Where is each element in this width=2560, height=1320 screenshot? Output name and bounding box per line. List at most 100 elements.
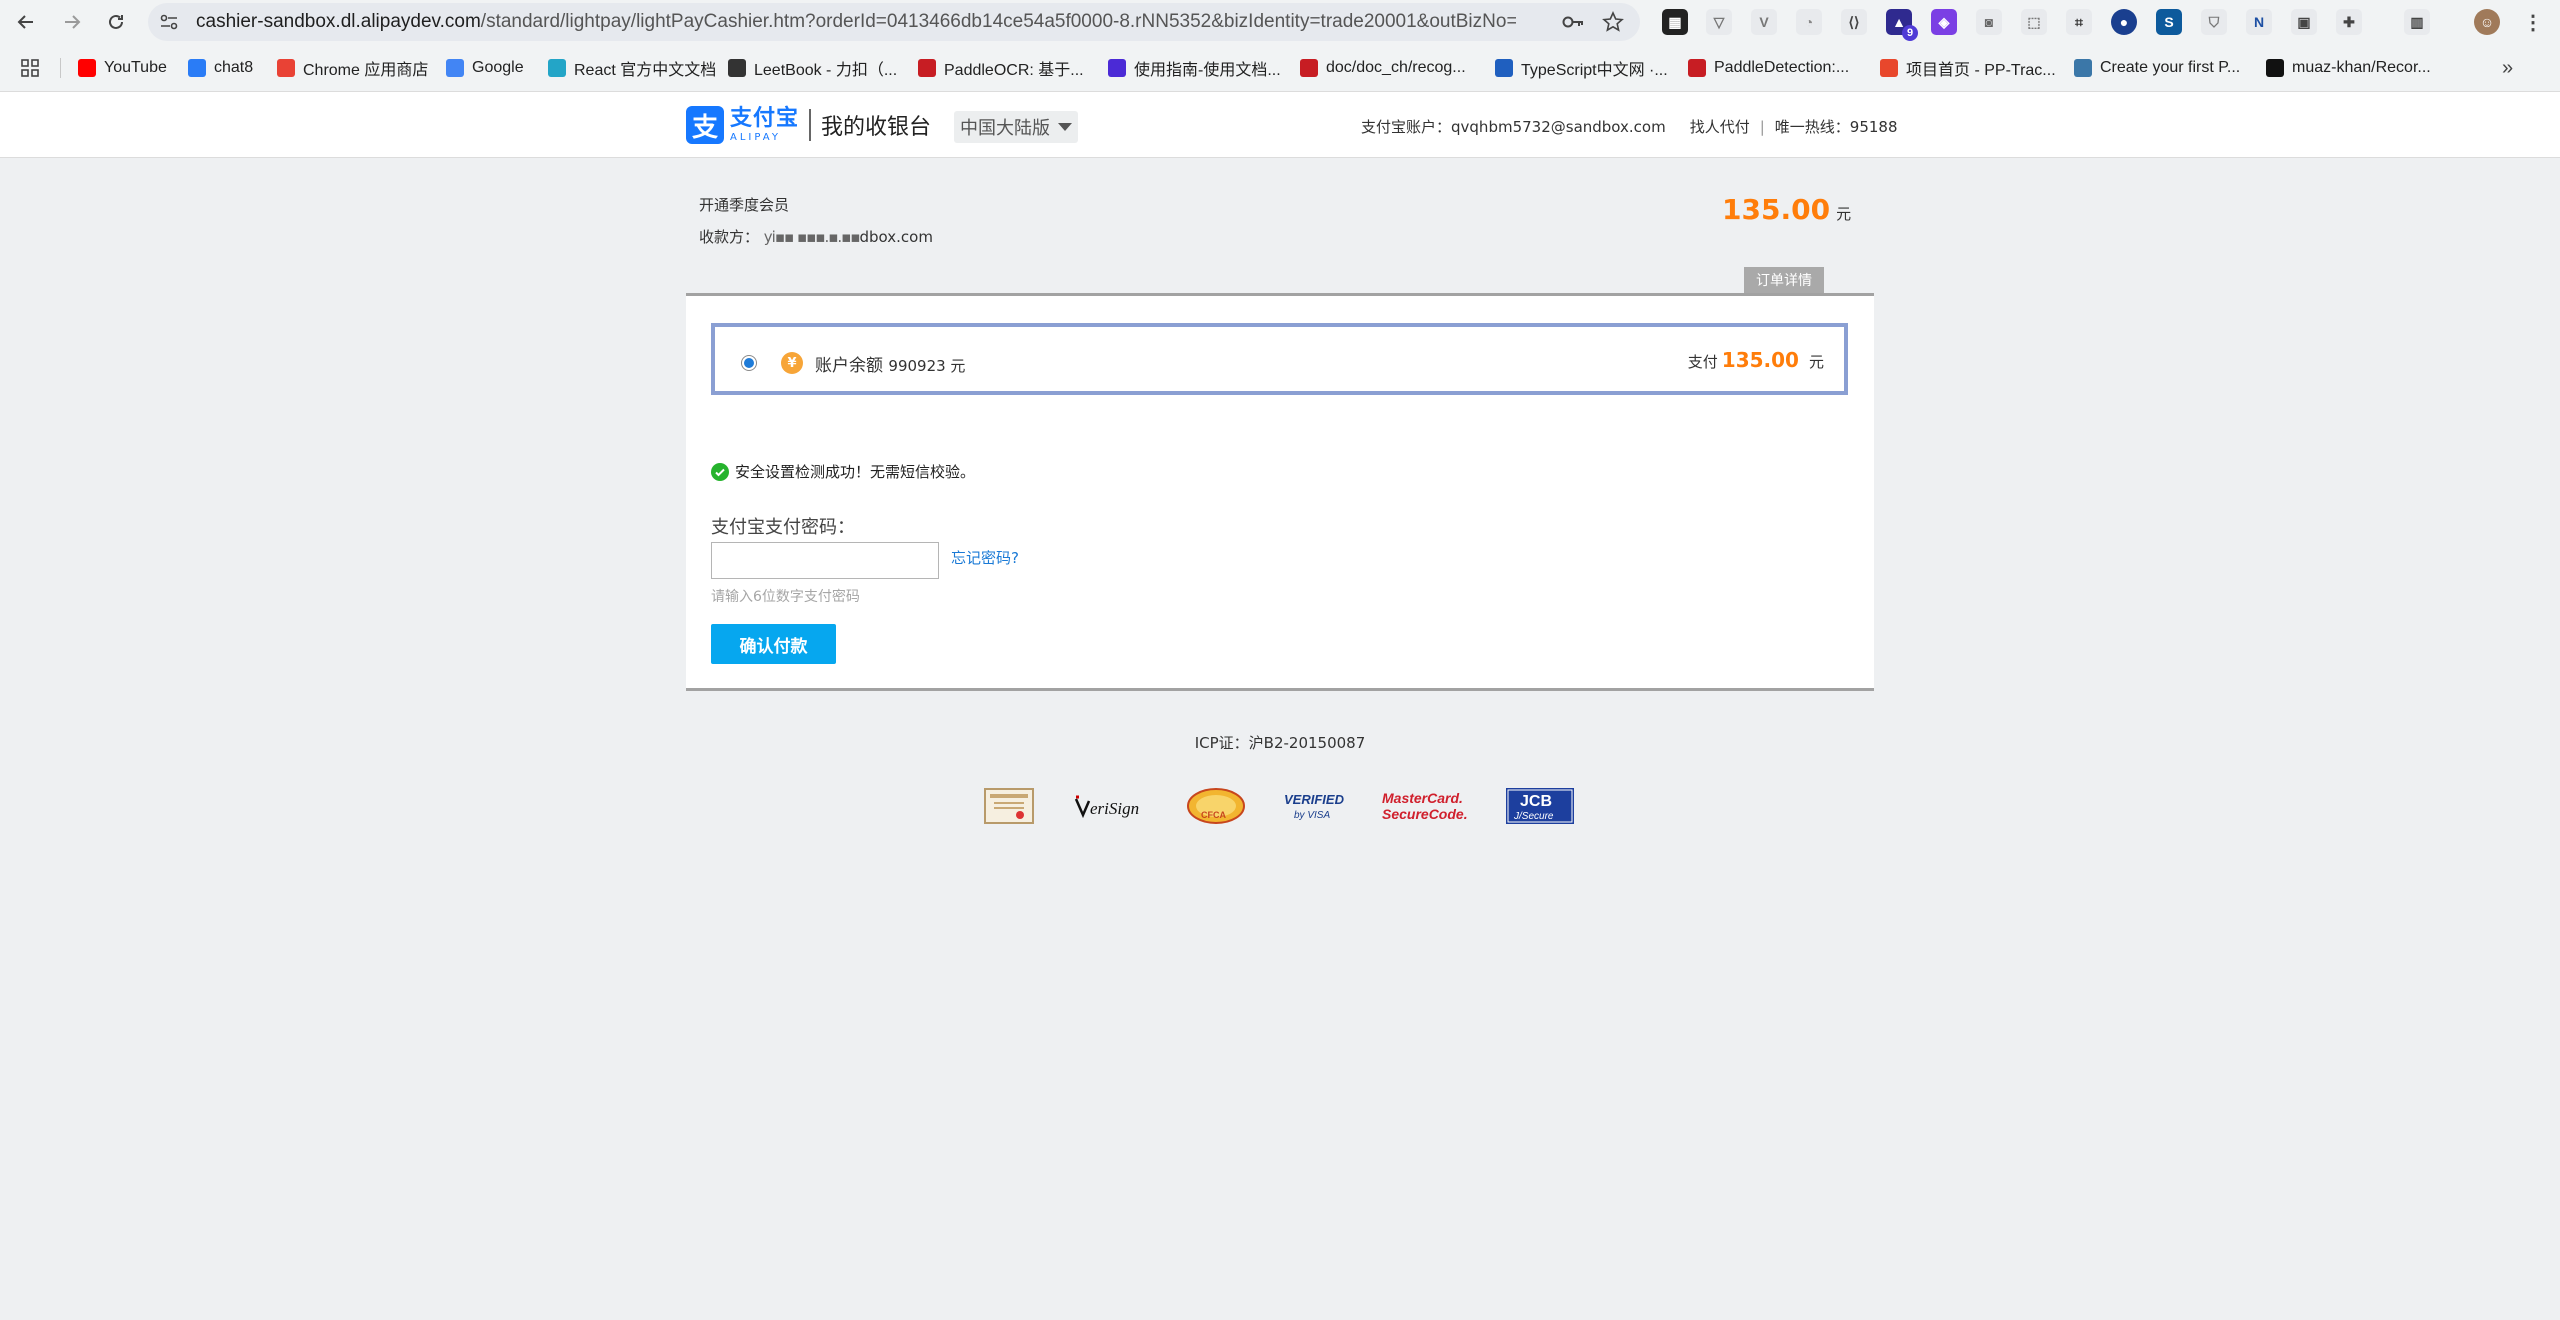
pay-unit: 元 <box>1808 353 1824 371</box>
shield-icon[interactable]: ⛉ <box>2201 9 2227 35</box>
extension-code-icon[interactable]: ⟨⟩ <box>1841 9 1867 35</box>
header-divider: | <box>1759 117 1765 136</box>
extension-n-icon[interactable]: N <box>2246 9 2272 35</box>
side-panel-icon[interactable]: ▥ <box>2404 9 2430 35</box>
account-email: qvqhbm5732@sandbox.com <box>1451 117 1666 136</box>
extension-vue-icon[interactable]: ▽ <box>1706 9 1732 35</box>
google-icon <box>446 59 464 77</box>
bookmark-12[interactable]: 项目首页 - PP-Trac... <box>1880 56 2056 80</box>
bookmark-13[interactable]: Create your first P... <box>2074 56 2240 80</box>
bookmark-label: YouTube <box>104 59 167 76</box>
extension-vue-devtools-icon[interactable]: V <box>1751 9 1777 35</box>
github-icon <box>2266 59 2284 77</box>
mastercard-securecode-badge[interactable]: MasterCard. SecureCode. <box>1380 786 1474 826</box>
payment-method-balance[interactable]: ¥ 账户余额 990923 元 支付 135.00 元 <box>711 323 1848 395</box>
extension-s-icon[interactable]: S <box>2156 9 2182 35</box>
bookmark-2[interactable]: chat8 <box>188 56 253 80</box>
yen-coin-icon: ¥ <box>781 352 803 374</box>
svg-text:eriSign: eriSign <box>1090 799 1139 818</box>
camera-icon[interactable]: ◙ <box>1976 9 2002 35</box>
order-detail-button[interactable]: 订单详情 <box>1744 267 1824 293</box>
bookmark-4[interactable]: Google <box>446 56 524 80</box>
bookmark-label: Chrome 应用商店 <box>303 62 429 79</box>
extension-graduation-icon[interactable]: ▲ 9 <box>1886 9 1918 41</box>
url-path: /standard/lightpay/lightPayCashier.htm?o… <box>480 11 1516 32</box>
puzzle-icon[interactable]: ✚ <box>2336 9 2362 35</box>
password-input[interactable] <box>711 542 939 579</box>
bookmark-label: Create your first P... <box>2100 59 2241 76</box>
forward-button[interactable] <box>56 6 88 38</box>
bookmark-6[interactable]: LeetBook - 力扣（... <box>728 56 897 80</box>
gitcode-icon <box>1880 59 1898 77</box>
logo-divider <box>809 109 812 141</box>
extension-ghost-icon[interactable]: ◔ <box>1796 9 1822 35</box>
gitee-icon <box>1300 59 1318 77</box>
pay-amount: 135.00 <box>1721 348 1799 372</box>
site-info-icon[interactable] <box>158 11 180 33</box>
gitee-icon <box>1688 59 1706 77</box>
grid-icon <box>21 59 39 77</box>
security-check-message: 安全设置检测成功！无需短信校验。 <box>711 461 975 482</box>
svg-text:by VISA: by VISA <box>1294 810 1330 821</box>
extension-badge: 9 <box>1902 25 1918 41</box>
bookmark-label: Google <box>472 59 524 76</box>
jcb-jsecure-badge[interactable]: JCB J/Secure <box>1506 786 1574 826</box>
balance-radio[interactable] <box>741 355 757 371</box>
forgot-password-link[interactable]: 忘记密码? <box>951 547 1019 568</box>
pay-label: 支付 <box>1687 353 1718 371</box>
extension-qr-icon[interactable]: ▦ <box>1662 9 1688 35</box>
bookmark-label: 使用指南-使用文档... <box>1134 62 1281 79</box>
menu-dots-icon[interactable]: ⋮ <box>2520 9 2546 35</box>
region-dropdown[interactable]: 中国大陆版 <box>954 111 1078 143</box>
proxy-pay-link[interactable]: 找人代付 <box>1690 116 1750 137</box>
balance-label: 账户余额 990923 元 <box>815 351 965 376</box>
browser-toolbar: cashier-sandbox.dl.alipaydev.com/standar… <box>0 0 2560 44</box>
doc-icon <box>1108 59 1126 77</box>
svg-text:CFCA: CFCA <box>1201 810 1226 820</box>
extension-globe-icon[interactable]: ● <box>2111 9 2137 35</box>
extension-box-icon[interactable]: ▣ <box>2291 9 2317 35</box>
url-text[interactable]: cashier-sandbox.dl.alipaydev.com/standar… <box>196 11 1516 33</box>
bookmark-11[interactable]: PaddleDetection:... <box>1688 56 1849 80</box>
back-button[interactable] <box>10 6 42 38</box>
bookmark-label: chat8 <box>214 59 254 76</box>
bookmark-label: PaddleOCR: 基于... <box>944 62 1084 79</box>
account-label: 支付宝账户： <box>1361 118 1452 136</box>
header-account-info: 支付宝账户： qvqhbm5732@sandbox.com 找人代付 | 唯一热… <box>1361 116 1898 137</box>
payee-label: 收款方： <box>699 228 760 246</box>
bookmark-1[interactable]: YouTube <box>78 56 167 80</box>
verified-by-visa-badge[interactable]: VERIFIED by VISA <box>1282 786 1346 826</box>
alipay-logo-mark: 支 <box>686 106 724 144</box>
bookmark-7[interactable]: PaddleOCR: 基于... <box>918 56 1084 80</box>
cfca-badge[interactable]: CFCA <box>1186 786 1246 826</box>
balance-amount: 990923 元 <box>888 357 966 375</box>
key-icon[interactable] <box>1562 12 1584 32</box>
bookmark-14[interactable]: muaz-khan/Recor... <box>2266 56 2431 80</box>
bookmarks-overflow-icon[interactable]: » <box>2502 56 2513 80</box>
verisign-badge[interactable]: eriSign <box>1072 786 1152 826</box>
certificate-badge[interactable] <box>984 786 1034 826</box>
security-message-text: 安全设置检测成功！无需短信校验。 <box>735 463 976 481</box>
bookmark-3[interactable]: Chrome 应用商店 <box>277 56 428 80</box>
star-icon[interactable] <box>1602 11 1624 33</box>
confirm-payment-button[interactable]: 确认付款 <box>711 624 836 664</box>
address-bar[interactable]: cashier-sandbox.dl.alipaydev.com/standar… <box>148 3 1640 41</box>
payment-panel: ¥ 账户余额 990923 元 支付 135.00 元 安全设置检测成功！无需短… <box>686 293 1874 691</box>
svg-text:J/Secure: J/Secure <box>1513 811 1554 822</box>
avatar[interactable]: ☺ <box>2474 9 2500 35</box>
bookmark-label: PaddleDetection:... <box>1714 59 1850 76</box>
extension-chat-icon[interactable]: ◈ <box>1931 9 1957 35</box>
bookmark-10[interactable]: TypeScript中文网 ·... <box>1495 56 1668 80</box>
screenshot-icon[interactable]: ⬚ <box>2021 9 2047 35</box>
bookmark-9[interactable]: doc/doc_ch/recog... <box>1300 56 1466 80</box>
reload-button[interactable] <box>100 6 132 38</box>
bookmark-8[interactable]: 使用指南-使用文档... <box>1108 56 1281 80</box>
alipay-logo[interactable]: 支 支付宝 ALIPAY 我的收银台 <box>686 106 931 144</box>
alipay-header: 支 支付宝 ALIPAY 我的收银台 中国大陆版 支付宝账户： qvqhbm57… <box>0 92 2560 158</box>
order-currency: 元 <box>1836 205 1852 223</box>
payee: 收款方： yi▪▪ ▪▪▪.▪.▪▪dbox.com <box>699 226 933 247</box>
svg-text:JCB: JCB <box>1520 793 1552 810</box>
bookmark-5[interactable]: React 官方中文文档 <box>548 56 716 80</box>
apps-icon[interactable] <box>20 56 40 80</box>
crop-icon[interactable]: ⌗ <box>2066 9 2092 35</box>
